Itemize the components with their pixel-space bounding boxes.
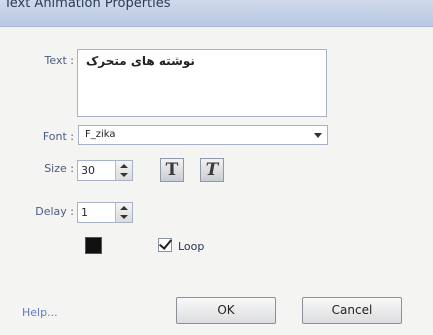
- help-link[interactable]: Help...: [22, 306, 58, 319]
- cancel-button[interactable]: Cancel: [302, 297, 402, 324]
- italic-icon: T: [205, 160, 219, 180]
- chevron-down-icon[interactable]: [309, 126, 327, 144]
- title-bar: Text Animation Properties: [0, 0, 433, 27]
- window-title: Text Animation Properties: [4, 0, 171, 11]
- size-spin-buttons[interactable]: [115, 161, 132, 180]
- font-select-value: F_zika: [85, 129, 116, 140]
- color-swatch[interactable]: [85, 237, 102, 254]
- text-label: Text :: [44, 54, 74, 67]
- bold-button[interactable]: T: [160, 158, 184, 182]
- font-label: Font :: [42, 130, 74, 143]
- font-select[interactable]: F_zika: [78, 125, 328, 145]
- ok-button[interactable]: OK: [176, 297, 276, 324]
- delay-spinner[interactable]: 1: [77, 202, 133, 223]
- spin-down-icon[interactable]: [120, 173, 128, 177]
- delay-label: Delay :: [35, 205, 74, 218]
- size-label: Size :: [44, 162, 74, 175]
- bold-icon: T: [165, 160, 179, 180]
- delay-value: 1: [81, 206, 88, 219]
- delay-spin-buttons[interactable]: [115, 203, 132, 222]
- size-spinner[interactable]: 30: [77, 160, 133, 181]
- spin-down-icon[interactable]: [120, 215, 128, 219]
- loop-label: Loop: [178, 240, 205, 253]
- spin-up-icon[interactable]: [120, 206, 128, 210]
- loop-checkbox[interactable]: [158, 238, 172, 252]
- size-value: 30: [81, 164, 95, 177]
- spin-up-icon[interactable]: [120, 164, 128, 168]
- text-input[interactable]: نوشته های متحرک: [77, 49, 327, 117]
- italic-button[interactable]: T: [200, 158, 224, 182]
